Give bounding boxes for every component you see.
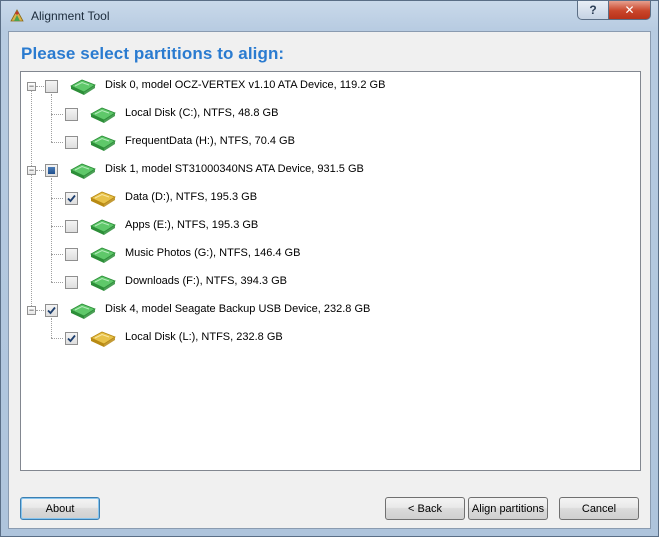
tree-partition-row[interactable]: Music Photos (G:), NTFS, 146.4 GB [21,240,640,268]
page-heading: Please select partitions to align: [21,44,285,63]
partition-checkbox[interactable] [65,136,78,149]
checkmark-icon [47,306,56,315]
partition-checkbox[interactable] [65,248,78,261]
partition-checkbox[interactable] [65,108,78,121]
indeterminate-icon [48,167,55,174]
tree-partition-row[interactable]: Local Disk (C:), NTFS, 48.8 GB [21,100,640,128]
tree-guide-line [51,318,52,338]
tree-disk-row[interactable]: − Disk 0, model OCZ-VERTEX v1.10 ATA Devi… [21,72,640,100]
tree-guide-line [51,178,52,282]
partition-checkbox[interactable] [65,192,78,205]
about-button[interactable]: About [20,497,100,520]
partition-checkbox[interactable] [65,220,78,233]
collapse-icon[interactable]: − [27,306,36,315]
partition-checkbox[interactable] [65,332,78,345]
tree-partition-row[interactable]: Data (D:), NTFS, 195.3 GB [21,184,640,212]
tree-partition-row[interactable]: Local Disk (L:), NTFS, 232.8 GB [21,324,640,352]
partition-tree[interactable]: − Disk 0, model OCZ-VERTEX v1.10 ATA Devi… [20,71,641,471]
checkmark-icon [67,194,76,203]
window-title: Alignment Tool [31,9,110,23]
close-button[interactable]: ✕ [608,1,651,20]
back-button[interactable]: < Back [385,497,465,520]
disk-drive-icon [67,300,97,320]
tree-guide-line [51,94,52,142]
tree-partition-row[interactable]: FrequentData (H:), NTFS, 70.4 GB [21,128,640,156]
partition-drive-icon [87,188,117,208]
partition-label: Downloads (F:), NTFS, 394.3 GB [125,275,287,287]
tree-connector [36,86,44,87]
tree-connector [51,338,63,339]
collapse-icon[interactable]: − [27,166,36,175]
partition-label: Music Photos (G:), NTFS, 146.4 GB [125,247,301,259]
tree-connector [36,310,44,311]
partition-checkbox[interactable] [45,164,58,177]
cancel-button[interactable]: Cancel [559,497,639,520]
tree-connector [51,254,63,255]
partition-label: Local Disk (C:), NTFS, 48.8 GB [125,107,279,119]
help-button[interactable]: ? [577,1,609,20]
tree-partition-row[interactable]: Downloads (F:), NTFS, 394.3 GB [21,268,640,296]
tree-connector [51,226,63,227]
dialog-client: Please select partitions to align: − Disk… [8,31,651,529]
tree-disk-row[interactable]: − Disk 4, model Seagate Backup USB Device… [21,296,640,324]
partition-checkbox[interactable] [65,276,78,289]
partition-checkbox[interactable] [45,80,58,93]
partition-drive-icon [87,244,117,264]
partition-label: Apps (E:), NTFS, 195.3 GB [125,219,259,231]
title-bar[interactable]: Alignment Tool ? ✕ [1,1,658,31]
partition-label: FrequentData (H:), NTFS, 70.4 GB [125,135,295,147]
align-partitions-button[interactable]: Align partitions [468,497,548,520]
partition-drive-icon [87,272,117,292]
tree-connector [51,198,63,199]
app-icon [10,9,24,22]
alignment-tool-window: Alignment Tool ? ✕ Please select partiti… [0,0,659,537]
tree-connector [36,170,44,171]
tree-disk-row[interactable]: − Disk 1, model ST31000340NS ATA Device, … [21,156,640,184]
partition-checkbox[interactable] [45,304,58,317]
partition-label: Data (D:), NTFS, 195.3 GB [125,191,258,203]
disk-label: Disk 0, model OCZ-VERTEX v1.10 ATA Devic… [105,79,386,91]
disk-drive-icon [67,76,97,96]
disk-drive-icon [67,160,97,180]
disk-label: Disk 4, model Seagate Backup USB Device,… [105,303,371,315]
partition-drive-icon [87,328,117,348]
checkmark-icon [67,334,76,343]
tree-partition-row[interactable]: Apps (E:), NTFS, 195.3 GB [21,212,640,240]
tree-connector [51,282,63,283]
disk-label: Disk 1, model ST31000340NS ATA Device, 9… [105,163,364,175]
collapse-icon[interactable]: − [27,82,36,91]
partition-drive-icon [87,216,117,236]
tree-connector [51,142,63,143]
partition-drive-icon [87,104,117,124]
partition-label: Local Disk (L:), NTFS, 232.8 GB [125,331,283,343]
tree-connector [51,114,63,115]
partition-drive-icon [87,132,117,152]
